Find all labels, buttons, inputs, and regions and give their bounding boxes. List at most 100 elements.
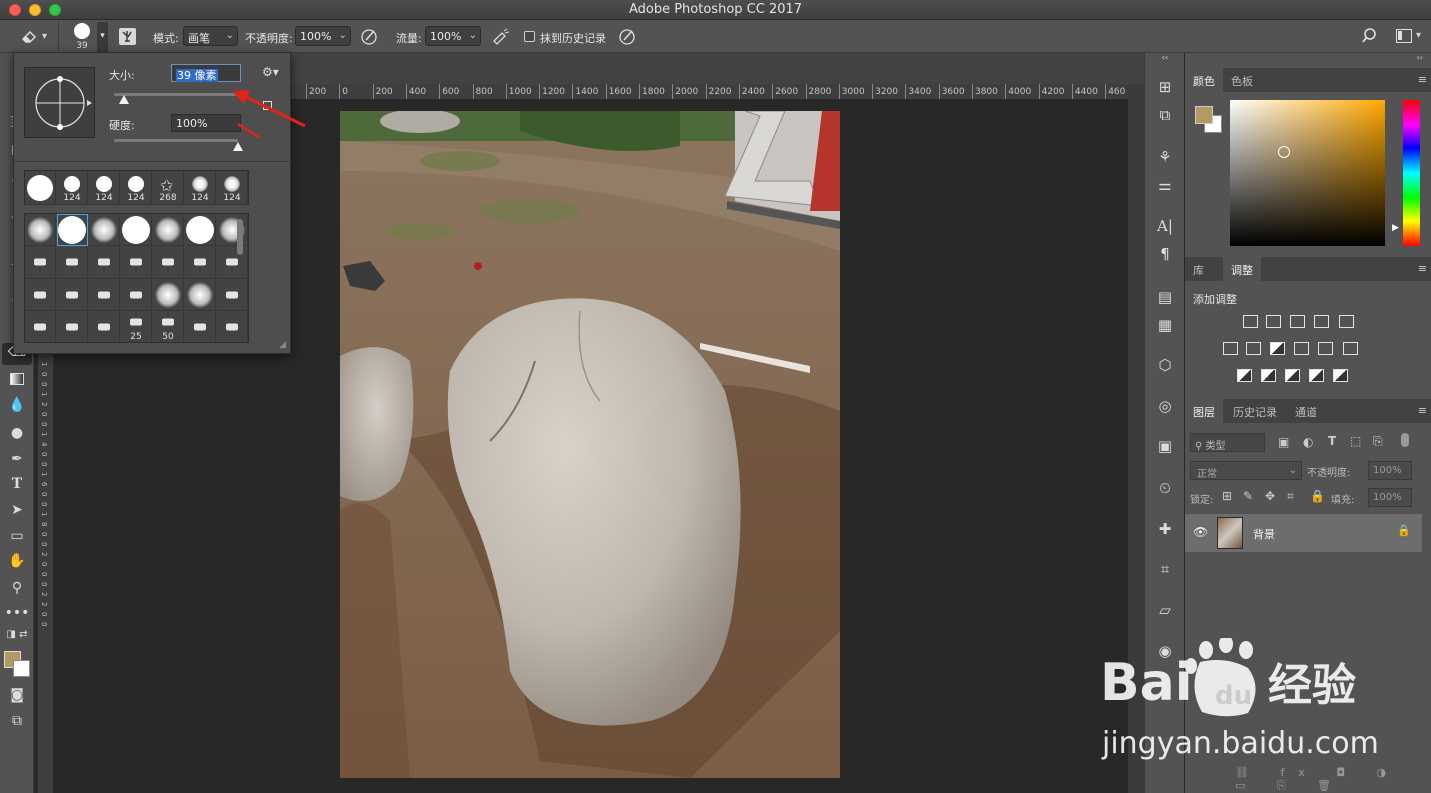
background-color-swatch[interactable] bbox=[13, 660, 30, 677]
tab-channels[interactable]: 通道 bbox=[1287, 399, 1325, 423]
invert-icon[interactable] bbox=[1237, 369, 1252, 382]
libraries-folder-icon[interactable]: ▣ bbox=[1145, 437, 1185, 455]
hand-tool-icon[interactable]: ✋ bbox=[0, 553, 34, 569]
brush-preset-cell[interactable]: 25 bbox=[121, 311, 152, 342]
tab-color[interactable]: 颜色 bbox=[1185, 68, 1223, 92]
filter-pixel-icon[interactable]: ▣ bbox=[1278, 435, 1289, 449]
curves-icon[interactable] bbox=[1290, 315, 1305, 328]
clone-source-icon[interactable]: ⧉ bbox=[1145, 106, 1185, 124]
posterize-icon[interactable] bbox=[1261, 369, 1276, 382]
flow-field[interactable]: 100% ⌄ bbox=[425, 26, 481, 46]
crop-panel-icon[interactable]: ⌗ bbox=[1145, 560, 1185, 578]
search-icon[interactable] bbox=[1362, 27, 1380, 45]
mode-dropdown[interactable]: 画笔 ⌄ bbox=[183, 26, 238, 46]
measurement-icon[interactable]: ▱ bbox=[1145, 601, 1185, 619]
channel-mixer-icon[interactable] bbox=[1318, 342, 1333, 355]
brush-preset-cell[interactable] bbox=[217, 311, 248, 342]
brush-preset-cell[interactable] bbox=[25, 311, 56, 342]
lock-pixels-icon[interactable]: ⊞ bbox=[1222, 489, 1232, 503]
pressure-opacity-icon[interactable] bbox=[360, 27, 379, 46]
eye-visibility-icon[interactable]: 👁 bbox=[1193, 525, 1208, 539]
resize-grip-icon[interactable]: ◢ bbox=[279, 340, 286, 350]
brush-preset-cell[interactable] bbox=[153, 279, 184, 311]
color-balance-icon[interactable] bbox=[1246, 342, 1261, 355]
pressure-size-icon[interactable] bbox=[618, 27, 637, 46]
brush-preset-cell[interactable] bbox=[121, 279, 152, 311]
layer-filter-dropdown[interactable]: ⚲ 类型 bbox=[1190, 433, 1265, 452]
brush-preset-cell[interactable] bbox=[89, 214, 120, 246]
zoom-tool-icon[interactable]: ⚲ bbox=[0, 580, 34, 596]
screen-mode-icon[interactable]: ⧉ bbox=[0, 713, 34, 729]
blend-mode-dropdown[interactable]: 正常 ⌄ bbox=[1190, 461, 1302, 480]
properties-panel-icon[interactable]: ⊞ bbox=[1145, 78, 1185, 96]
brush-preset-cell[interactable] bbox=[153, 246, 184, 279]
brush-preset-cell[interactable] bbox=[89, 246, 120, 279]
tab-swatches[interactable]: 色板 bbox=[1223, 68, 1261, 92]
tab-libraries[interactable]: 库 bbox=[1185, 257, 1212, 281]
brush-preset-cell[interactable] bbox=[25, 279, 56, 311]
brush-preset-cell[interactable]: 124 bbox=[121, 171, 152, 205]
paragraph-panel-icon[interactable]: ¶ bbox=[1145, 245, 1185, 263]
brush-preset-cell[interactable] bbox=[121, 246, 152, 279]
brush-preset-cell[interactable] bbox=[57, 246, 88, 279]
brush-preset-picker[interactable]: 39 bbox=[68, 22, 96, 52]
brushes-panel-icon[interactable]: ⚘ bbox=[1145, 148, 1185, 166]
brush-preset-cell[interactable]: 124 bbox=[57, 171, 88, 205]
tab-adjustments[interactable]: 调整 bbox=[1223, 257, 1261, 281]
gradient-map-icon[interactable] bbox=[1309, 369, 1324, 382]
layer-name[interactable]: 背景 bbox=[1253, 526, 1275, 542]
exposure-icon[interactable] bbox=[1314, 315, 1329, 328]
selective-color-icon[interactable] bbox=[1333, 369, 1348, 382]
tab-layers[interactable]: 图层 bbox=[1185, 399, 1223, 423]
levels-icon[interactable] bbox=[1266, 315, 1281, 328]
color-picker-field[interactable] bbox=[1230, 100, 1385, 246]
brush-preset-cell[interactable] bbox=[217, 214, 248, 246]
brush-preset-cell[interactable] bbox=[185, 214, 216, 246]
more-tools-icon[interactable]: ••• bbox=[0, 605, 34, 621]
brush-preset-cell[interactable]: ✩ 268 bbox=[153, 171, 184, 205]
brush-preset-cell[interactable] bbox=[57, 214, 88, 246]
color-lookup-icon[interactable] bbox=[1343, 342, 1358, 355]
filter-shape-icon[interactable]: ⬚ bbox=[1350, 434, 1361, 448]
adjustments-sliders-icon[interactable]: ⚌ bbox=[1145, 176, 1185, 194]
path-selection-tool-icon[interactable]: ➤ bbox=[0, 502, 34, 518]
color-sampler-icon[interactable]: ◎ bbox=[1145, 397, 1185, 415]
brush-preset-cell[interactable] bbox=[121, 214, 152, 246]
brush-preset-cell[interactable] bbox=[89, 311, 120, 342]
brush-preset-cell[interactable]: 124 bbox=[185, 171, 216, 205]
panel-menu-icon[interactable]: ≡ bbox=[1418, 404, 1427, 417]
hue-saturation-icon[interactable] bbox=[1223, 342, 1238, 355]
vibrance-icon[interactable] bbox=[1339, 315, 1354, 328]
settings-gear-icon[interactable]: ⚙▾ bbox=[262, 65, 279, 79]
black-white-icon[interactable] bbox=[1270, 342, 1285, 355]
type-tool-icon[interactable]: T bbox=[0, 476, 34, 492]
3d-panel-icon[interactable]: ⬡ bbox=[1145, 356, 1185, 374]
color-picker-cursor[interactable] bbox=[1278, 146, 1290, 158]
airbrush-icon[interactable] bbox=[490, 27, 510, 46]
opacity-field[interactable]: 100% ⌄ bbox=[295, 26, 351, 46]
brush-preset-cell[interactable] bbox=[153, 214, 184, 246]
notes-panel-icon[interactable]: ▦ bbox=[1145, 316, 1185, 334]
lock-artboard-icon[interactable]: ⌗ bbox=[1287, 489, 1294, 504]
brush-picker-toggle[interactable]: ▾ bbox=[97, 22, 108, 52]
hue-slider-thumb[interactable]: ▶ bbox=[1392, 223, 1399, 233]
size-slider-thumb[interactable] bbox=[118, 95, 129, 104]
photo-filter-icon[interactable] bbox=[1294, 342, 1309, 355]
foreground-color-swatch[interactable] bbox=[1195, 106, 1213, 124]
fill-field[interactable]: 100% bbox=[1368, 488, 1412, 507]
eraser-tool-icon[interactable] bbox=[20, 27, 38, 45]
document-photo[interactable] bbox=[340, 111, 840, 778]
gradient-tool-icon[interactable] bbox=[0, 373, 34, 389]
brush-preset-cell[interactable] bbox=[89, 279, 120, 311]
filter-toggle-icon[interactable] bbox=[1401, 433, 1409, 447]
brush-preset-cell[interactable] bbox=[57, 279, 88, 311]
brush-preset-cell[interactable] bbox=[25, 214, 56, 246]
workspace-switcher-icon[interactable] bbox=[1396, 29, 1412, 43]
brush-preset-cell[interactable] bbox=[185, 311, 216, 342]
puzzle-plugin-icon[interactable]: ✚ bbox=[1145, 520, 1185, 538]
lock-position-icon[interactable]: ✥ bbox=[1265, 489, 1275, 503]
collapse-dock-icon[interactable]: ‹‹ bbox=[1145, 53, 1185, 62]
brush-preset-cell[interactable] bbox=[57, 311, 88, 342]
filter-smart-object-icon[interactable]: ⎘ bbox=[1373, 434, 1383, 449]
default-colors-icon[interactable]: ◨ ⇄ bbox=[0, 629, 34, 640]
